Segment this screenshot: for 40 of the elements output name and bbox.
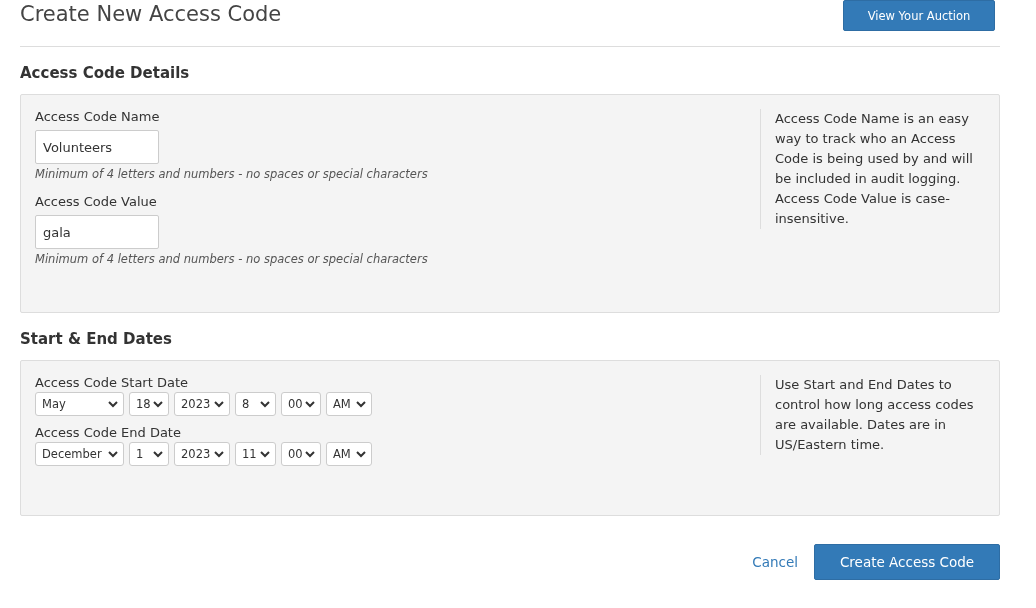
page-title: Create New Access Code [20,2,282,26]
dropdown[interactable]: AM [326,392,372,416]
chevron-icon [108,400,118,408]
dropdown[interactable]: 2023 [174,442,230,466]
field-label: Access Code Start Date [35,375,188,390]
dropdown[interactable]: December [35,442,124,466]
chevron-icon [305,400,315,408]
chevron-icon [108,450,118,458]
create-button[interactable]: Create Access Code [814,544,1000,580]
field-hint: Minimum of 4 letters and numbers - no spaces or special characters [35,252,428,266]
dropdown[interactable]: 2023 [174,392,230,416]
field-label: Access Code Name [35,109,160,124]
chevron-icon [356,450,366,458]
chevron-icon [214,400,224,408]
chevron-icon [260,450,270,458]
chevron-icon [356,400,366,408]
chevron-icon [305,450,315,458]
chevron-icon [153,450,163,458]
cancel-link[interactable]: Cancel [752,554,798,570]
field-label: Access Code End Date [35,425,181,440]
dropdown[interactable]: 18 [129,392,169,416]
view-auction-button[interactable]: View Your Auction [843,0,995,31]
chevron-icon [153,400,163,408]
dropdown[interactable]: 00 [281,442,321,466]
dropdown[interactable]: 1 [129,442,169,466]
field-label: Access Code Value [35,194,157,209]
dropdown[interactable]: May [35,392,124,416]
input-field[interactable]: gala [35,215,159,249]
help-text: Access Code Name is an easy way to track who an Access Code is being used by and will be included in audit logging. Access Code Value is case-insensitive. [760,109,985,229]
dropdown[interactable]: 00 [281,392,321,416]
chevron-icon [214,450,224,458]
field-hint: Minimum of 4 letters and numbers - no spaces or special characters [35,167,428,181]
section-heading: Access Code Details [20,64,191,82]
help-text: Use Start and End Dates to control how long access codes are available. Dates are in US/Eastern time. [760,375,985,455]
dropdown[interactable]: AM [326,442,372,466]
chevron-icon [260,400,270,408]
section-heading: Start & End Dates [20,330,173,348]
dropdown[interactable]: 11 [235,442,276,466]
input-field[interactable]: Volunteers [35,130,159,164]
dropdown[interactable]: 8 [235,392,276,416]
